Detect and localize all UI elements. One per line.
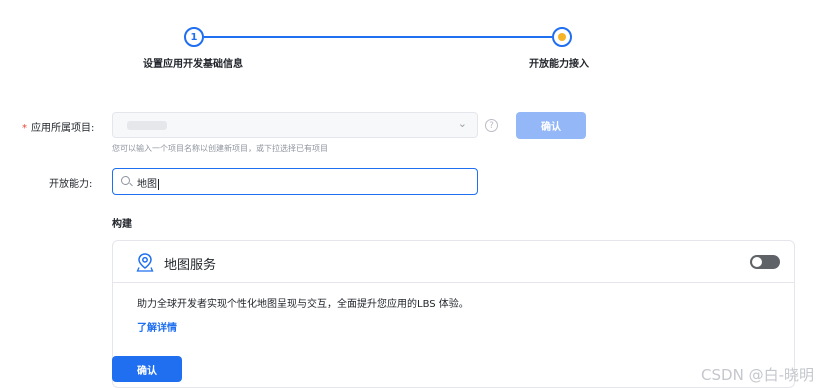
chevron-down-icon[interactable]: ⌄ bbox=[458, 117, 467, 130]
confirm-button[interactable]: 确认 bbox=[112, 356, 182, 382]
learn-more-link[interactable]: 了解详情 bbox=[137, 319, 177, 334]
required-mark: * bbox=[22, 123, 27, 134]
project-select[interactable]: ⌄ bbox=[112, 112, 478, 138]
project-hint: 您可以输入一个项目名称以创建新项目，或下拉选择已有项目 bbox=[112, 144, 328, 153]
stepper: 1 设置应用开发基础信息 开放能力接入 bbox=[0, 0, 820, 80]
search-value: 地图 bbox=[137, 179, 157, 190]
map-service-card: 地图服务 助力全球开发者实现个性化地图呈现与交互，全面提升您应用的LBS 体验。… bbox=[112, 240, 795, 388]
step-2-circle bbox=[552, 27, 572, 47]
card-title: 地图服务 bbox=[164, 258, 217, 273]
service-toggle[interactable] bbox=[750, 255, 780, 269]
ability-search-input[interactable]: 地图 bbox=[112, 168, 478, 195]
search-icon bbox=[121, 176, 130, 185]
ability-field-label: 开放能力: bbox=[49, 179, 93, 190]
card-description: 助力全球开发者实现个性化地图呈现与交互，全面提升您应用的LBS 体验。 bbox=[137, 299, 469, 310]
project-label-text: 应用所属项目: bbox=[31, 123, 95, 134]
project-field-label: * 应用所属项目: bbox=[22, 119, 94, 134]
toggle-knob bbox=[752, 257, 762, 267]
help-icon[interactable]: ? bbox=[485, 119, 498, 132]
step-1-label: 设置应用开发基础信息 bbox=[143, 59, 243, 70]
map-location-icon bbox=[136, 253, 154, 272]
blurred-selected-value bbox=[127, 121, 167, 130]
text-caret bbox=[158, 178, 159, 190]
step-connector bbox=[204, 36, 552, 38]
step-1-circle: 1 bbox=[184, 27, 204, 47]
watermark: CSDN @白-晓明 bbox=[701, 366, 814, 384]
step-2-label: 开放能力接入 bbox=[529, 59, 589, 70]
card-header: 地图服务 bbox=[113, 241, 794, 283]
step-1-number: 1 bbox=[190, 31, 198, 43]
confirm-project-button[interactable]: 确认 bbox=[516, 112, 586, 139]
current-step-dot bbox=[558, 33, 566, 41]
section-title-build: 构建 bbox=[112, 219, 132, 230]
